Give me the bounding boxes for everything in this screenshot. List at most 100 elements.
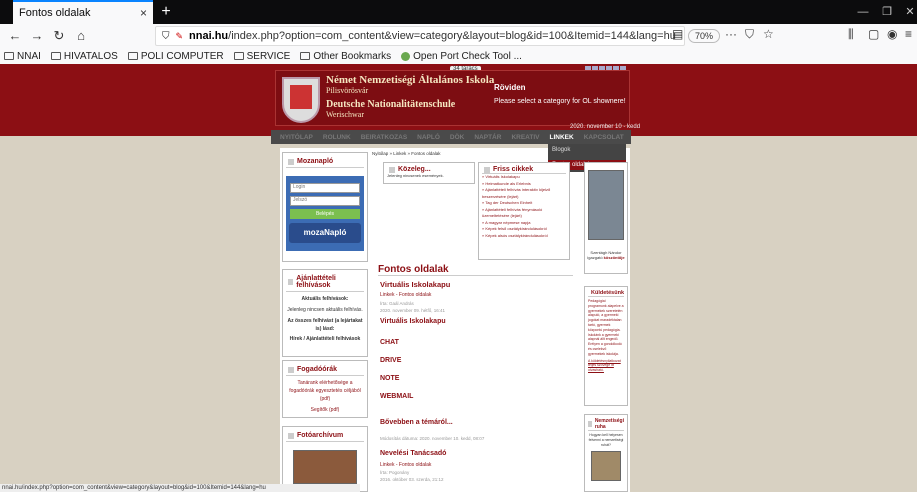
pocket-icon[interactable]: ⛉ bbox=[745, 27, 754, 42]
home-icon[interactable]: ⌂ bbox=[70, 25, 92, 47]
back-icon[interactable]: ← bbox=[4, 25, 26, 47]
bookmark-poli[interactable]: POLI COMPUTER bbox=[127, 51, 224, 62]
friss-item[interactable]: » Ajánlattételi felhívás fénymásoló üzem… bbox=[482, 207, 566, 220]
menu-item-naptar[interactable]: NAPTÁR bbox=[469, 134, 506, 141]
read-more-link[interactable]: Bővebben a témáról... bbox=[380, 419, 453, 426]
article1-category[interactable]: Linkek - Fontos oldalak bbox=[380, 292, 431, 298]
bookmark-nnai[interactable]: NNAI bbox=[4, 51, 41, 62]
status-bar-url: nnai.hu/index.php?option=com_content&vie… bbox=[0, 484, 360, 492]
box-title: Küldetésünk bbox=[588, 290, 624, 297]
box-icon bbox=[389, 166, 395, 173]
article2-date: 2016. október 03. szerda, 21:12 bbox=[380, 477, 444, 482]
kozeleg-box: Közeleg... Jelenleg nincsenek események. bbox=[383, 162, 475, 184]
ajanlat-box: Ajánlattételi felhívások Aktuális felhív… bbox=[282, 269, 368, 357]
short-news: Röviden Please select a category for OL … bbox=[494, 83, 626, 105]
segitok-link[interactable]: Segítők (pdf) bbox=[286, 406, 364, 414]
link-chat[interactable]: CHAT bbox=[380, 339, 399, 346]
breadcrumb[interactable]: Nyitólap » Linkek » Fontos oldalak bbox=[372, 150, 441, 158]
folder-icon bbox=[300, 52, 311, 60]
bookmark-portcheck[interactable]: Open Port Check Tool ... bbox=[401, 51, 522, 62]
address-bar[interactable]: ⛉ ✎ nnai.hu/index.php?option=com_content… bbox=[155, 26, 685, 46]
ajanlat-news-link[interactable]: Hírek / Ajánlattételi felhívások bbox=[286, 335, 364, 343]
globe-icon bbox=[401, 51, 411, 61]
ruha-photo[interactable] bbox=[591, 451, 621, 482]
fogadoorak-box: Fogadóórák Tanárank elérhetősége a fogad… bbox=[282, 360, 368, 418]
box-title: Fogadóórák bbox=[286, 364, 364, 376]
principal-link[interactable]: köszöntője bbox=[604, 255, 625, 260]
box-title: Mozanapló bbox=[286, 156, 364, 168]
menu-item-beiratkozas[interactable]: BEIRATKOZAS bbox=[356, 134, 412, 141]
friss-item[interactable]: » Ajánlattételi felhívás interaktív kije… bbox=[482, 187, 566, 200]
article2-category[interactable]: Linkek - Fontos oldalak bbox=[380, 462, 431, 468]
site-header: Német Nemzetiségi Általános Iskola Pilis… bbox=[275, 70, 630, 126]
box-icon bbox=[484, 166, 490, 173]
ajanlat-all-link[interactable]: Az összes felhívást (a lejártakat is) lá… bbox=[286, 317, 364, 333]
lock-icon[interactable]: ✎ bbox=[176, 31, 184, 42]
article1-title[interactable]: Virtuális Iskolakapu bbox=[380, 280, 450, 289]
reload-icon[interactable]: ↻ bbox=[48, 25, 70, 47]
menu-icon[interactable]: ≡ bbox=[905, 27, 912, 41]
login-panel: Login Jelszó Belépés mozaNapló bbox=[286, 176, 364, 251]
kuldetes-link[interactable]: A küldetésnyilatkozat teljes szövege itt… bbox=[588, 359, 624, 373]
close-tab-icon[interactable]: × bbox=[140, 6, 147, 20]
ruha-box: Nemzetiségi ruha Hogyan kell helyesen fe… bbox=[584, 414, 628, 492]
bookmark-hivatalos[interactable]: HIVATALOS bbox=[50, 51, 118, 62]
kozeleg-text: Jelenleg nincsenek események. bbox=[387, 173, 444, 178]
account-icon[interactable]: ◉ bbox=[887, 27, 897, 41]
zoom-badge[interactable]: 70% bbox=[688, 29, 721, 43]
menu-item-linkek[interactable]: LINKEK bbox=[545, 134, 579, 141]
page-actions-icon[interactable]: ··· bbox=[725, 27, 737, 41]
archive-photo[interactable] bbox=[293, 450, 357, 484]
login-field[interactable]: Login bbox=[290, 183, 360, 193]
friss-cikkek-box: Friss cikkek » Virtuális Iskolakapu » He… bbox=[478, 162, 570, 260]
menu-item-kapcsolat[interactable]: KAPCSOLAT bbox=[579, 134, 629, 141]
menu-item-nyitolap[interactable]: NYITÓLAP bbox=[275, 134, 318, 141]
box-icon bbox=[588, 421, 592, 427]
friss-item[interactable]: » Képek alsós osztálykirándulásokról bbox=[482, 233, 566, 240]
box-title: Nemzetiségi ruha bbox=[588, 418, 624, 431]
sidebar-icon[interactable]: ▢ bbox=[868, 27, 879, 41]
browser-tab[interactable]: Fontos oldalak × bbox=[13, 0, 153, 24]
page-title: Fontos oldalak bbox=[378, 264, 573, 276]
close-window-icon[interactable]: ✕ bbox=[895, 0, 917, 24]
article2-title[interactable]: Nevelési Tanácsadó bbox=[380, 450, 446, 457]
bookmark-other[interactable]: Other Bookmarks bbox=[300, 51, 391, 62]
login-button[interactable]: Belépés bbox=[290, 209, 360, 219]
box-title: Fotóarchívum bbox=[286, 430, 364, 442]
shield-icon[interactable]: ⛉ bbox=[162, 31, 170, 42]
new-tab-button[interactable]: + bbox=[156, 2, 176, 22]
mozanaplo-logo[interactable]: mozaNapló bbox=[289, 223, 361, 243]
dropdown-item-blogok[interactable]: Blogok bbox=[552, 147, 570, 153]
menu-item-rolunk[interactable]: ROLUNK bbox=[318, 134, 356, 141]
password-field[interactable]: Jelszó bbox=[290, 196, 360, 206]
menu-item-kreativ[interactable]: KREATIV bbox=[506, 134, 544, 141]
folder-icon bbox=[4, 52, 14, 60]
mozanaplo-box: Mozanapló Login Jelszó Belépés mozaNapló bbox=[282, 152, 368, 262]
school-name[interactable]: Német Nemzetiségi Általános Iskola Pilis… bbox=[326, 74, 494, 119]
page-viewport: 34 tárács Német Nemzetiségi Általános Is… bbox=[0, 64, 917, 492]
principal-caption: Szentágh Nándor igazgató köszöntője bbox=[587, 250, 625, 260]
fogadoorak-link[interactable]: Tanárank elérhetősége a fogadóórák egyes… bbox=[286, 379, 364, 403]
forward-icon[interactable]: → bbox=[26, 25, 48, 47]
reader-view-icon[interactable]: ▤ bbox=[672, 27, 683, 41]
bookmark-star-icon[interactable]: ☆ bbox=[763, 27, 774, 41]
box-icon bbox=[288, 366, 294, 373]
link-drive[interactable]: DRIVE bbox=[380, 357, 401, 364]
box-icon bbox=[288, 158, 294, 165]
ruha-text: Hogyan kell helyesen felvenni a nemzetis… bbox=[588, 433, 624, 447]
box-title: Közeleg... bbox=[387, 166, 471, 173]
ajanlat-subtitle: Aktuális felhívások: bbox=[301, 296, 349, 302]
box-icon bbox=[288, 279, 294, 285]
article2-author: Írta: Pogonány bbox=[380, 470, 410, 475]
box-title: Friss cikkek bbox=[482, 166, 566, 174]
bookmark-service[interactable]: SERVICE bbox=[233, 51, 290, 62]
box-icon bbox=[288, 432, 294, 439]
link-webmail[interactable]: WEBMAIL bbox=[380, 393, 413, 400]
library-icon[interactable]: ⫼ bbox=[848, 27, 854, 42]
article1-date: 2020. november 09. hétfő, 16:41 bbox=[380, 308, 446, 313]
kuldetes-text: Pedagógiai programunk alapelve a gyermek… bbox=[588, 299, 624, 356]
menu-item-dok[interactable]: DÖK bbox=[445, 134, 469, 141]
menu-item-naplo[interactable]: NAPLÓ bbox=[412, 134, 445, 141]
browser-chrome: Fontos oldalak × + — ❐ ✕ ← → ↻ ⌂ ⛉ ✎ nna… bbox=[0, 0, 917, 64]
link-note[interactable]: NOTE bbox=[380, 375, 399, 382]
